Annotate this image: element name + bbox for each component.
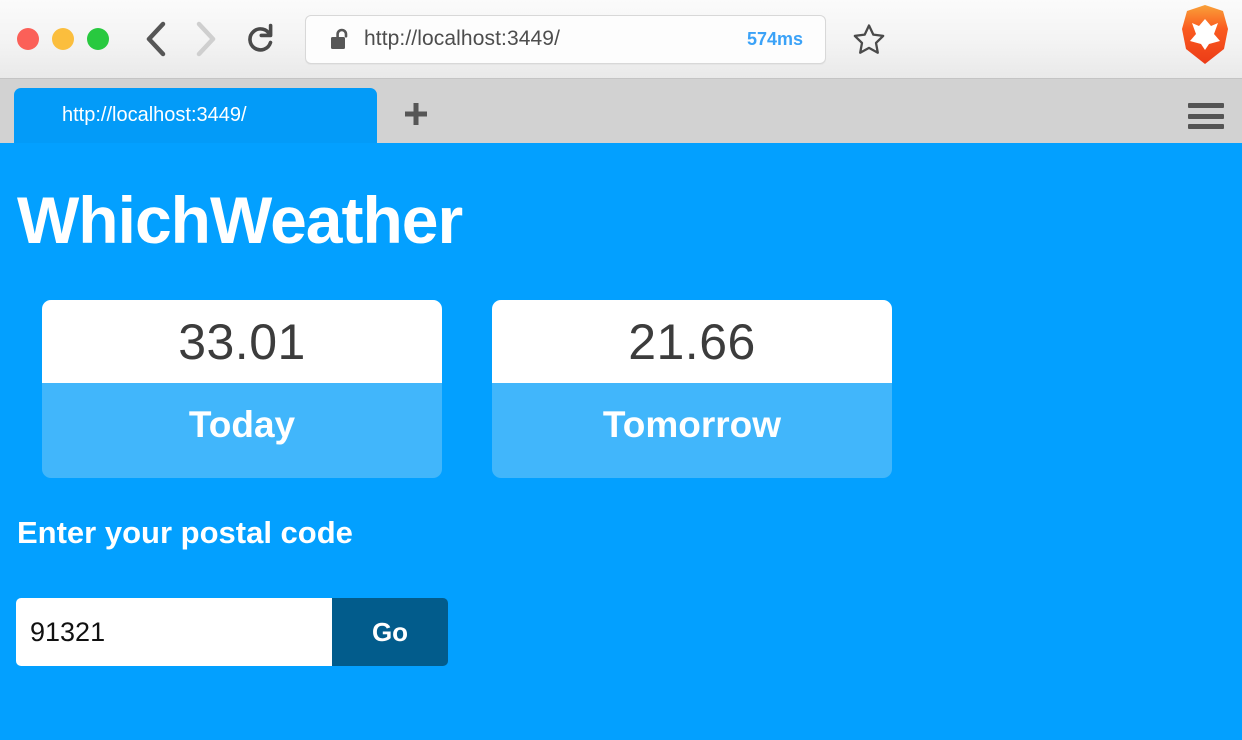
forecast-card-tomorrow: 21.66 Tomorrow — [492, 300, 892, 478]
back-arrow-icon[interactable] — [143, 20, 169, 58]
hamburger-bar — [1188, 124, 1224, 129]
postal-code-form: Go — [16, 598, 448, 666]
minimize-window-button[interactable] — [52, 28, 74, 50]
hamburger-bar — [1188, 103, 1224, 108]
page-load-time: 574ms — [746, 28, 803, 49]
forecast-card-today: 33.01 Today — [42, 300, 442, 478]
forecast-value: 21.66 — [492, 300, 892, 383]
forecast-label: Tomorrow — [602, 403, 782, 445]
forward-arrow-icon[interactable] — [193, 20, 219, 58]
brave-lion-logo-icon[interactable] — [1178, 3, 1232, 67]
page-title: WhichWeather — [17, 183, 463, 257]
unlocked-padlock-icon — [331, 28, 348, 49]
new-tab-button[interactable] — [395, 93, 437, 135]
url-text: http://localhost:3449/ — [364, 27, 560, 50]
forecast-label: Today — [188, 403, 296, 445]
zoom-window-button[interactable] — [87, 28, 109, 50]
window-controls — [17, 28, 109, 50]
tab-strip: http://localhost:3449/ — [0, 79, 1242, 143]
navigation-buttons — [143, 20, 219, 58]
browser-tab-active[interactable]: http://localhost:3449/ — [14, 88, 377, 143]
forecast-cards: 33.01 Today 21.66 Tomorrow — [42, 300, 892, 478]
bookmark-star-icon[interactable] — [852, 22, 886, 56]
plus-icon — [405, 103, 427, 125]
postal-code-input[interactable] — [16, 598, 332, 666]
address-bar[interactable]: http://localhost:3449/ 574ms — [305, 14, 826, 64]
hamburger-menu-button[interactable] — [1188, 103, 1224, 129]
browser-toolbar: http://localhost:3449/ 574ms — [0, 0, 1242, 79]
reload-icon[interactable] — [245, 22, 275, 56]
close-window-button[interactable] — [17, 28, 39, 50]
page-content: WhichWeather 33.01 Today 21.66 Tomorrow … — [0, 143, 1242, 740]
tab-title: http://localhost:3449/ — [62, 104, 247, 126]
postal-code-label: Enter your postal code — [17, 515, 353, 550]
hamburger-bar — [1188, 113, 1224, 119]
browser-window: http://localhost:3449/ 574ms http://loca… — [0, 0, 1242, 740]
forecast-value: 33.01 — [42, 300, 442, 383]
go-button[interactable]: Go — [332, 598, 448, 666]
